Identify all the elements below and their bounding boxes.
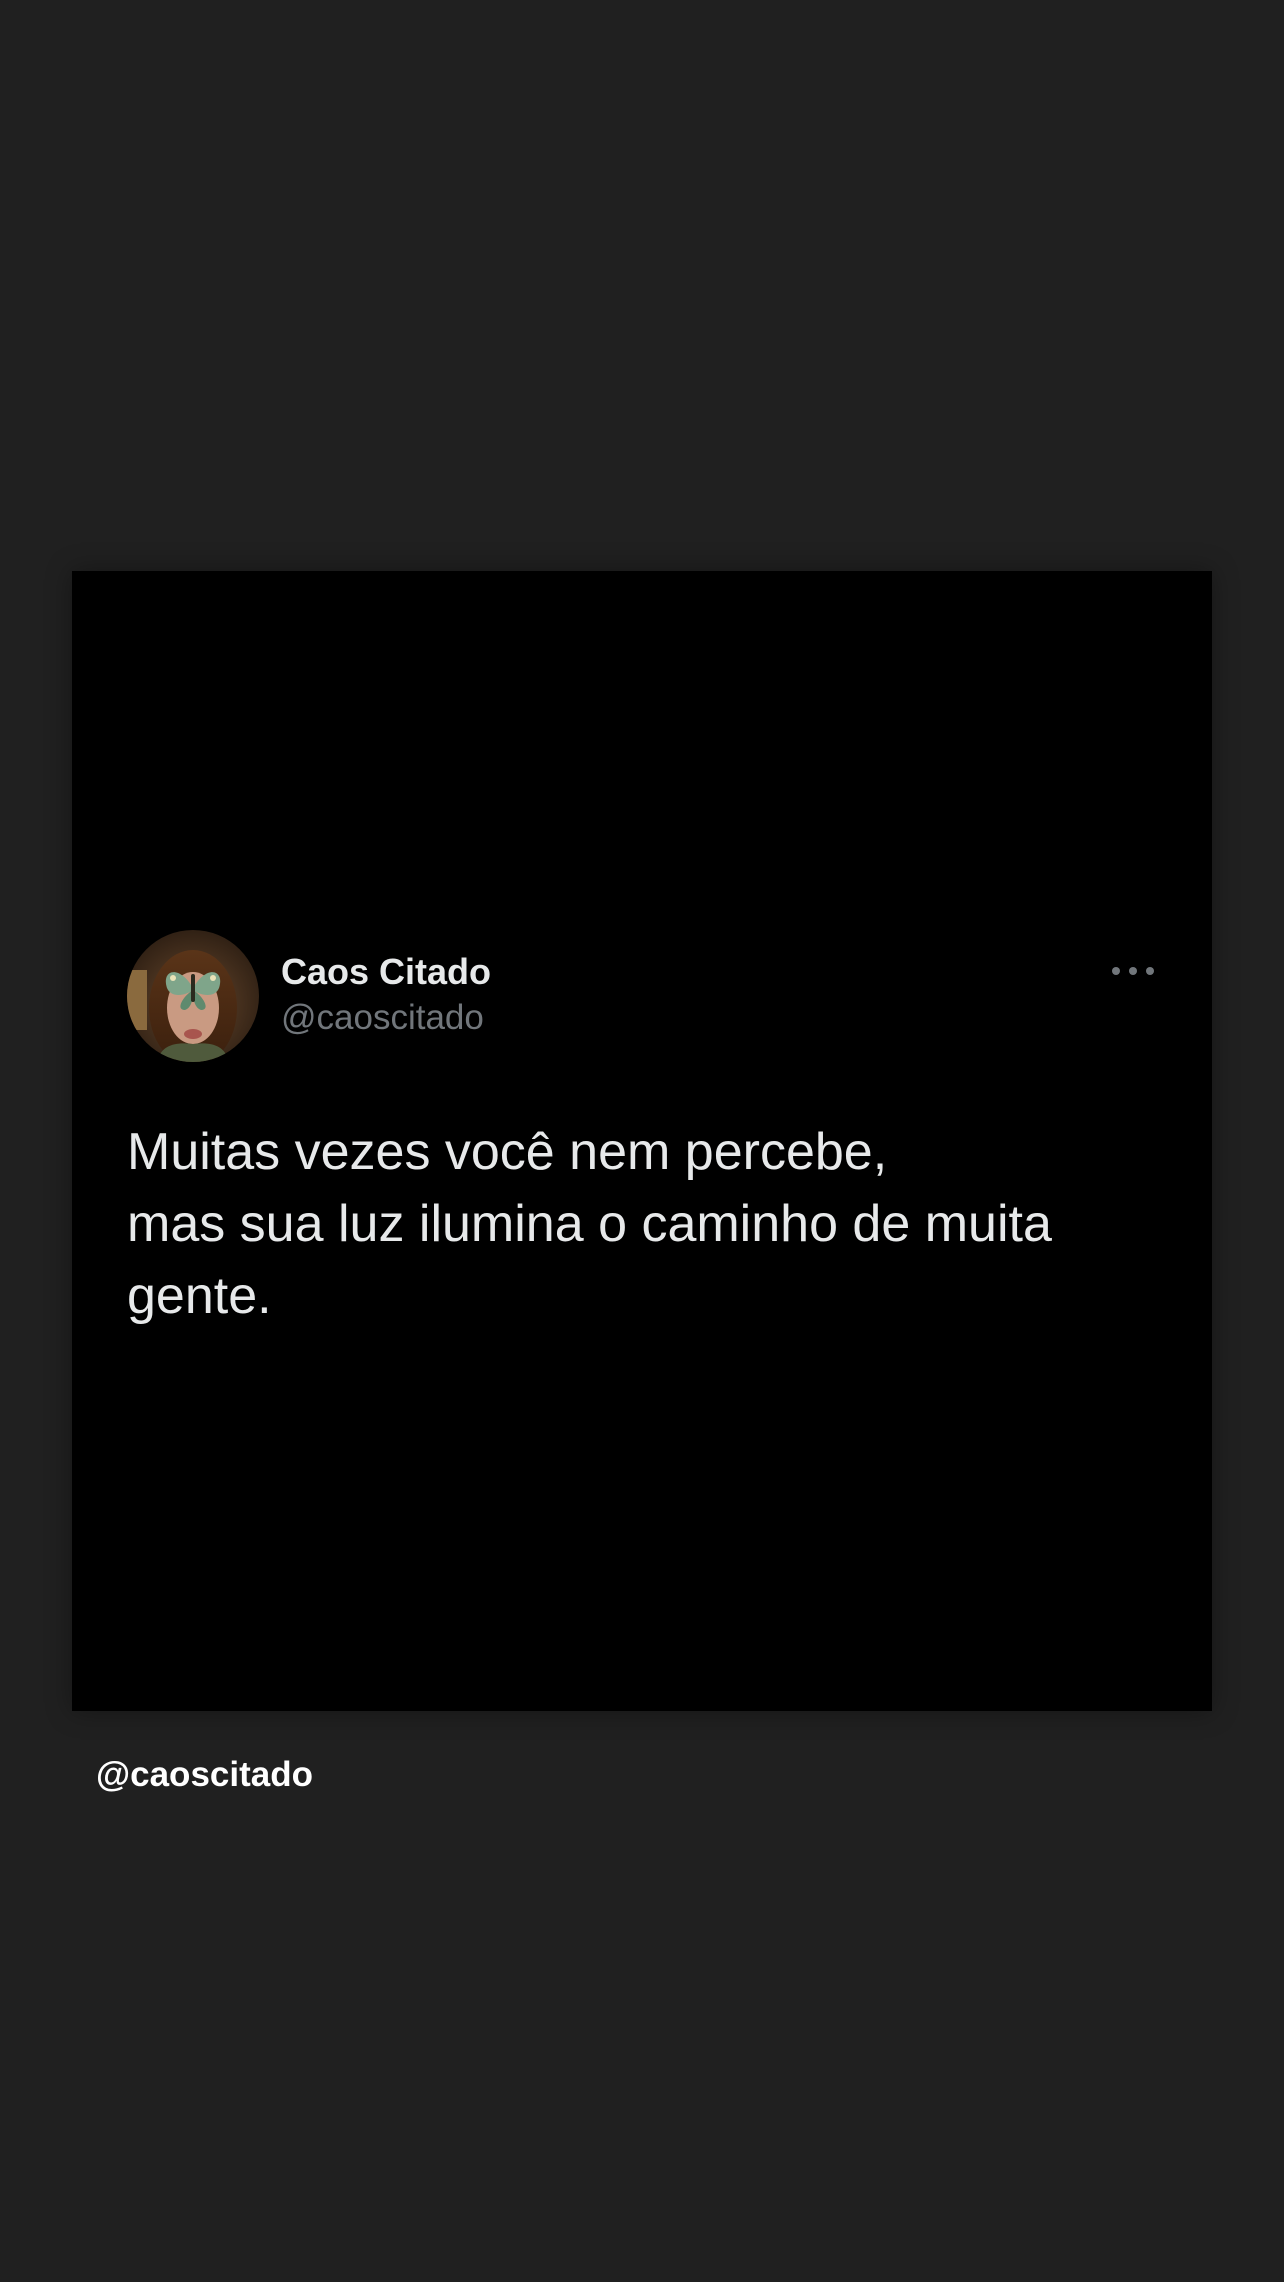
tweet-text: Muitas vezes você nem percebe, mas sua l…	[127, 1123, 1052, 1325]
more-dot	[1129, 967, 1137, 975]
display-name[interactable]: Caos Citado	[281, 950, 491, 993]
tweet-card: Caos Citado @caoscitado Muitas vezes voc…	[72, 571, 1212, 1711]
avatar-image	[127, 930, 259, 1062]
user-handle[interactable]: @caoscitado	[281, 997, 484, 1039]
more-dot	[1146, 967, 1154, 975]
profile-avatar[interactable]	[127, 930, 259, 1062]
footer-handle: @caoscitado	[96, 1755, 313, 1794]
more-horizontal-icon[interactable]	[1112, 963, 1154, 979]
more-dot	[1112, 967, 1120, 975]
